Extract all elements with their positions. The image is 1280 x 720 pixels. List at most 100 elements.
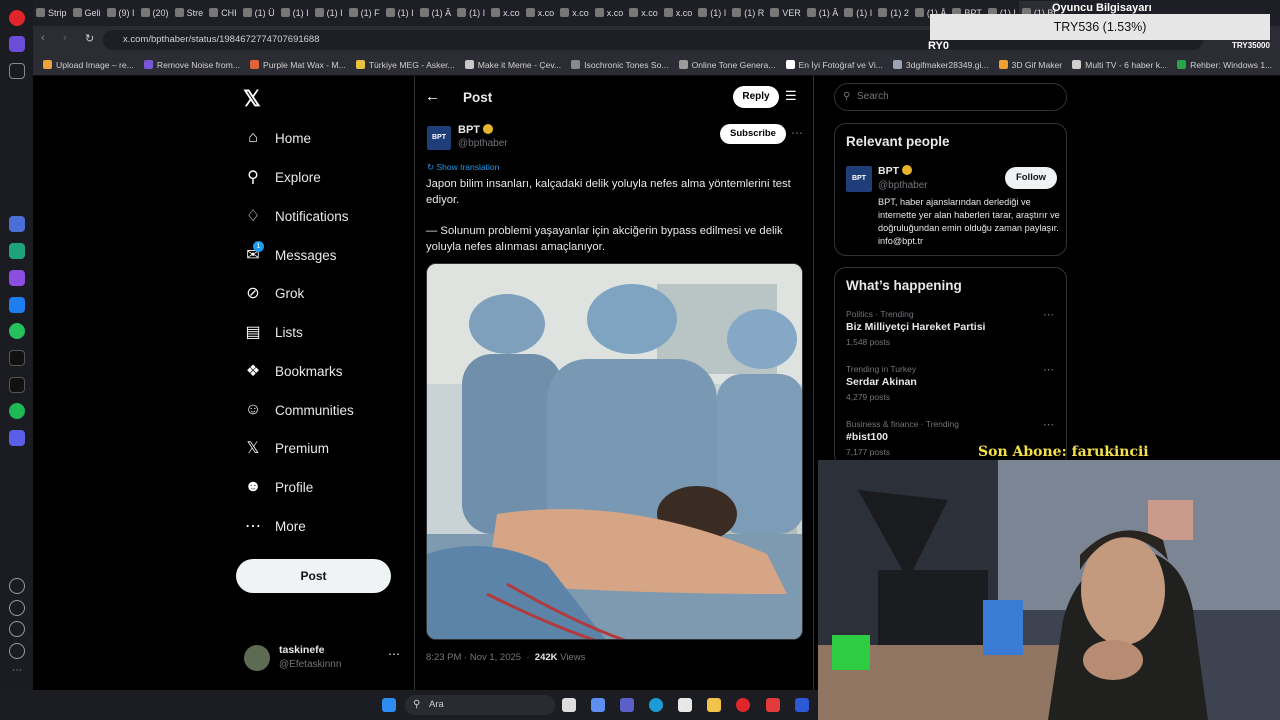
bookmark-item[interactable]: Online Tone Genera... [678,54,776,75]
account-switcher[interactable]: taskinefe @Efetaskinnn ⋯ [244,643,404,675]
chatgpt-icon[interactable] [9,243,25,259]
more-dots-icon[interactable]: ⋯ [1043,308,1054,321]
nav-lists[interactable]: ▤ Lists [243,318,302,346]
aria-icon[interactable] [9,63,25,79]
nav-profile[interactable]: ☻ Profile [243,473,314,501]
browser-tab[interactable]: (1) 2 [875,1,912,25]
nav-explore[interactable]: ⚲ Explore [243,163,321,191]
nav-communities[interactable]: ☺ Communities [243,396,354,424]
follow-button[interactable]: Follow [1005,167,1057,189]
x-icon[interactable] [9,377,25,393]
trend-name[interactable]: Biz Milliyetçi Hareket Partisi [846,321,985,333]
sidebar-app-icon[interactable] [9,270,25,286]
nav-notifications[interactable]: ♢ Notifications [243,202,349,230]
messenger-icon[interactable] [9,297,25,313]
settings-icon[interactable] [9,621,25,637]
nav-home[interactable]: ⌂ Home [243,124,311,152]
more-dots-icon[interactable]: ⋯ [1043,363,1054,376]
trend-name[interactable]: Serdar Akinan [846,376,917,388]
browser-tab[interactable]: Strip [33,1,70,25]
store-icon[interactable] [678,698,692,712]
more-dots-icon[interactable]: ⋯ [9,666,25,682]
nav-grok[interactable]: ⊘ Grok [243,279,304,307]
post-image[interactable] [426,263,803,640]
browser-tab[interactable]: (1) I [278,1,312,25]
author-avatar[interactable]: BPT [427,126,451,150]
edge-icon[interactable] [649,698,663,712]
avatar[interactable]: BPT [846,166,872,192]
browser-tab[interactable]: (20) [138,1,172,25]
windows-start-icon[interactable] [382,698,396,712]
bookmark-item[interactable]: Isochronic Tones So... [571,54,669,75]
task-view-icon[interactable] [562,698,576,712]
copilot-icon[interactable] [591,698,605,712]
file-explorer-icon[interactable] [707,698,721,712]
browser-tab[interactable]: x.co [523,1,558,25]
browser-tab[interactable]: (1) I [383,1,417,25]
bookmark-item[interactable]: Remove Noise from... [143,54,240,75]
browser-tab[interactable]: VER [767,1,804,25]
opera-taskbar-icon[interactable] [736,698,750,712]
browser-tab[interactable]: Geli [70,1,104,25]
forward-nav-icon[interactable]: › [63,32,67,44]
opera-logo-icon[interactable] [9,10,25,26]
post-button[interactable]: Post [236,559,391,593]
home-speed-dial-icon[interactable] [9,36,25,52]
history-icon[interactable] [9,600,25,616]
nav-messages[interactable]: ✉ 1 Messages [243,241,337,269]
browser-tab[interactable]: x.co [592,1,627,25]
back-nav-icon[interactable]: ‹ [41,32,45,44]
bookmark-item[interactable]: 3dgifmaker28349.gi... [892,54,989,75]
bookmark-item[interactable]: 3D Gif Maker [998,54,1062,75]
browser-tab[interactable]: (1) Â [417,1,455,25]
browser-tab[interactable]: (1) I [695,1,729,25]
trend-name[interactable]: #bist100 [846,431,888,443]
taskbar-search[interactable]: ⚲ Ara [405,695,555,715]
nav-more[interactable]: ⋯ More [243,512,306,540]
browser-tab[interactable]: x.co [488,1,523,25]
bookmark-item[interactable]: Upload Image – re... [43,54,134,75]
reload-icon[interactable]: ↻ [85,32,94,45]
author-name[interactable]: BPT [458,124,493,136]
sidebar-app-icon[interactable] [9,216,25,232]
browser-tab[interactable]: x.co [626,1,661,25]
filter-icon[interactable]: ☰ [785,88,797,104]
browser-tab[interactable]: (1) I [841,1,875,25]
bookmark-item[interactable]: Rehber: Windows 1... [1177,54,1272,75]
bookmark-item[interactable]: Multi TV - 6 haber k... [1072,54,1167,75]
browser-tab[interactable]: (1) R [729,1,767,25]
browser-tab[interactable]: (1) Ü [240,1,278,25]
search-input[interactable]: ⚲ Search [834,83,1067,111]
whatsapp-icon[interactable] [9,323,25,339]
person-name[interactable]: BPT [878,165,912,177]
author-handle[interactable]: @bpthaber [458,138,508,149]
person-handle[interactable]: @bpthaber [878,180,928,191]
x-logo-icon[interactable]: 𝕏 [243,86,261,112]
nav-premium[interactable]: 𝕏 Premium [243,434,329,462]
bookmark-item[interactable]: En İyi Fotoğraf ve Vi... [785,54,883,75]
show-translation-link[interactable]: ↻ Show translation [427,162,499,173]
browser-tab[interactable]: x.co [557,1,592,25]
app-icon[interactable] [766,698,780,712]
reply-button[interactable]: Reply [733,86,779,108]
browser-tab[interactable]: (9) I [104,1,138,25]
teams-icon[interactable] [620,698,634,712]
tiktok-icon[interactable] [9,350,25,366]
nav-bookmarks[interactable]: ❖ Bookmarks [243,357,343,385]
back-arrow-icon[interactable]: ← [425,88,440,105]
browser-tab[interactable]: (1) Â [804,1,842,25]
bookmark-item[interactable]: Purple Mat Wax - M... [249,54,346,75]
more-dots-icon[interactable]: ⋯ [388,647,400,661]
browser-tab[interactable]: (1) I [312,1,346,25]
browser-tab[interactable]: CHI [206,1,240,25]
heart-icon[interactable] [9,578,25,594]
browser-tab[interactable]: Stre [172,1,207,25]
sidebar-app-icon[interactable] [9,430,25,446]
lightbulb-icon[interactable] [9,643,25,659]
browser-tab[interactable]: (1) F [346,1,383,25]
app-icon[interactable] [795,698,809,712]
browser-tab[interactable]: x.co [661,1,696,25]
spotify-icon[interactable] [9,403,25,419]
more-dots-icon[interactable]: ⋯ [791,126,803,140]
more-dots-icon[interactable]: ⋯ [1043,418,1054,431]
